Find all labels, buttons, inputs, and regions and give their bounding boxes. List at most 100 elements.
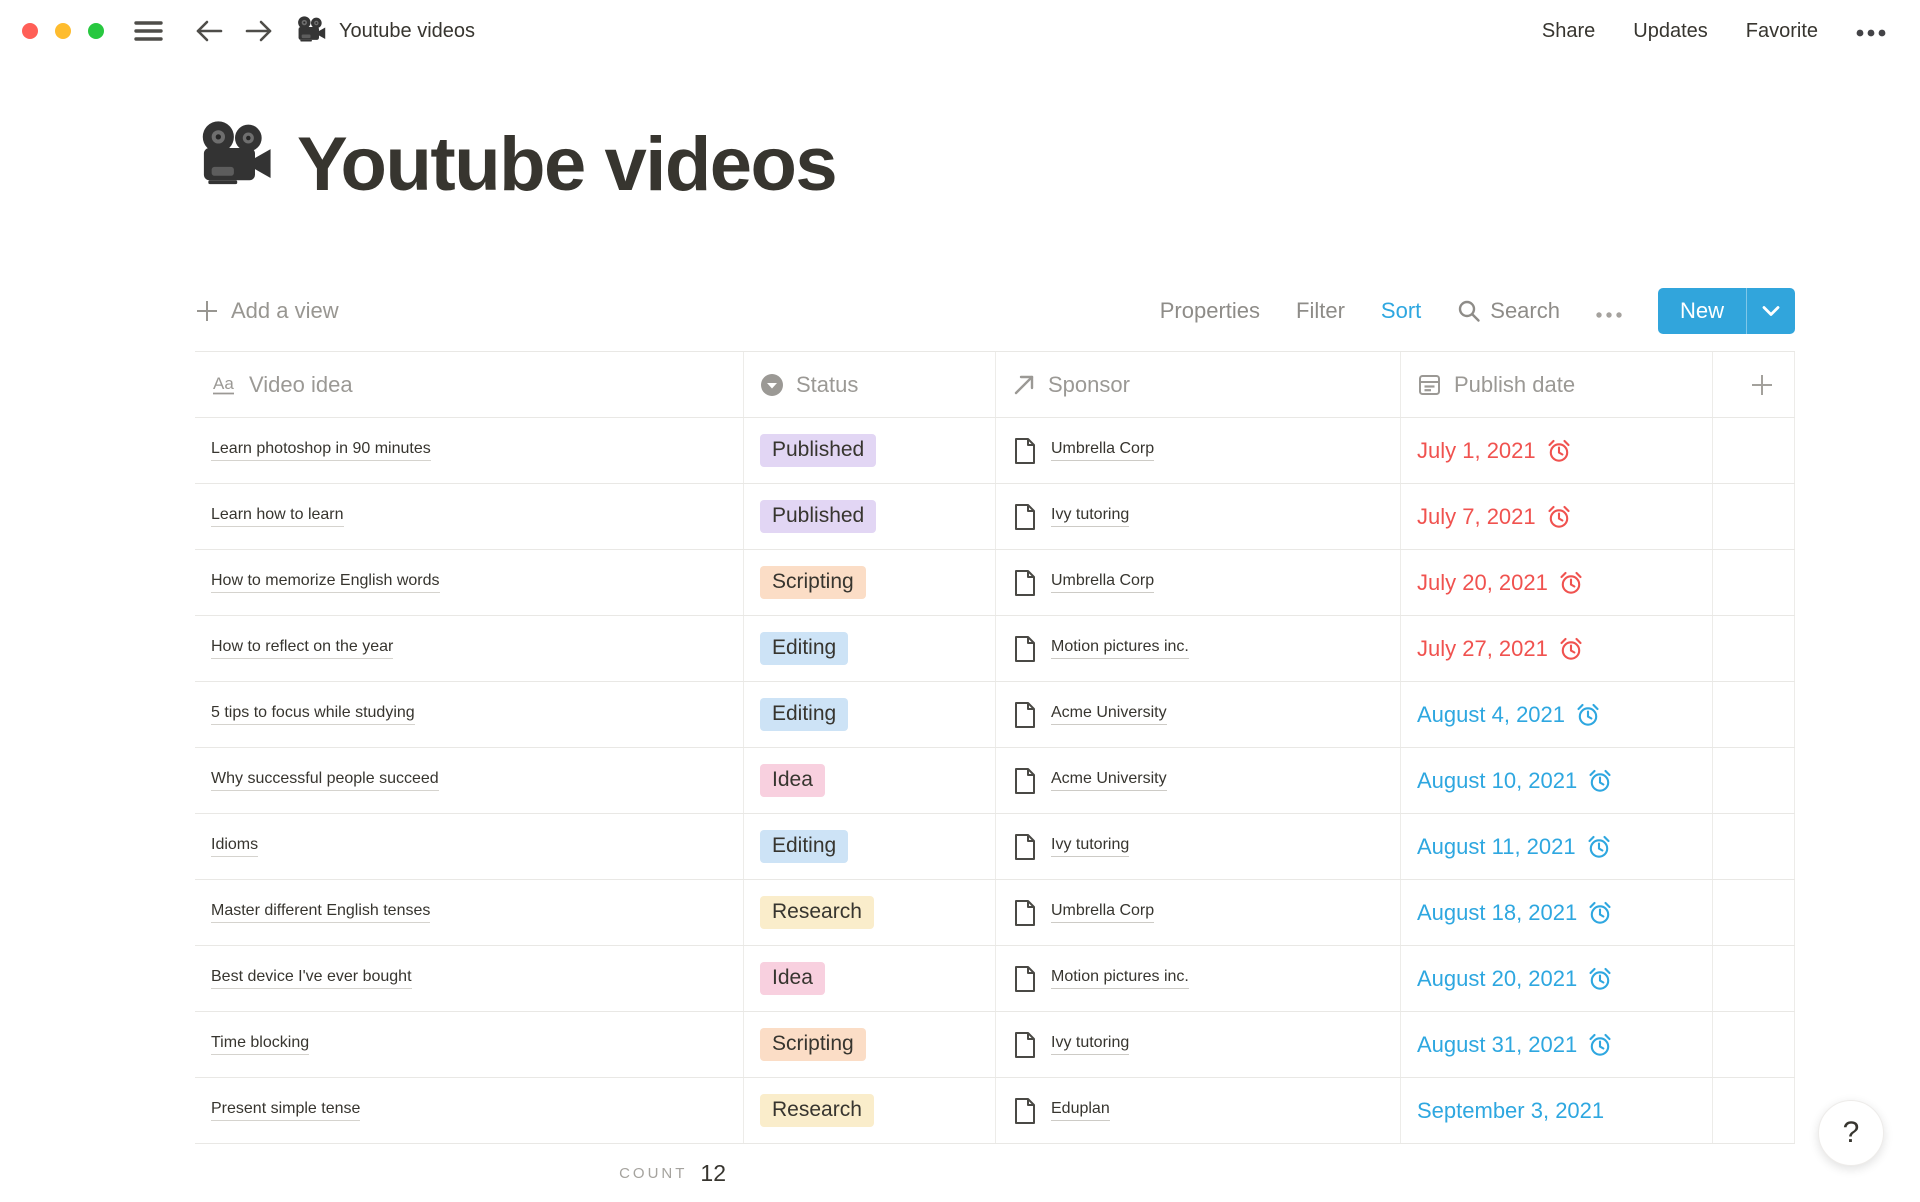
- status-badge[interactable]: Editing: [760, 830, 848, 863]
- forward-arrow-icon[interactable]: [245, 19, 273, 43]
- publish-date-cell[interactable]: August 10, 2021: [1401, 748, 1713, 813]
- status-cell[interactable]: Scripting: [744, 550, 996, 615]
- minimize-window-button[interactable]: [55, 23, 71, 39]
- status-badge[interactable]: Research: [760, 896, 874, 929]
- sponsor-cell[interactable]: Ivy tutoring: [996, 484, 1401, 549]
- status-badge[interactable]: Published: [760, 434, 876, 467]
- status-cell[interactable]: Idea: [744, 946, 996, 1011]
- sponsor-page-link[interactable]: Ivy tutoring: [1051, 836, 1129, 857]
- sponsor-cell[interactable]: Acme University: [996, 682, 1401, 747]
- table-row[interactable]: Learn photoshop in 90 minutes Published …: [195, 418, 1795, 484]
- filter-button[interactable]: Filter: [1296, 298, 1345, 324]
- status-badge[interactable]: Research: [760, 1094, 874, 1127]
- status-cell[interactable]: Idea: [744, 748, 996, 813]
- sponsor-page-link[interactable]: Acme University: [1051, 704, 1167, 725]
- table-row[interactable]: Present simple tense Research Eduplan Se…: [195, 1078, 1795, 1144]
- table-row[interactable]: Learn how to learn Published Ivy tutorin…: [195, 484, 1795, 550]
- sponsor-cell[interactable]: Eduplan: [996, 1078, 1401, 1143]
- breadcrumb-page-title[interactable]: Youtube videos: [339, 20, 475, 43]
- table-row[interactable]: How to reflect on the year Editing Motio…: [195, 616, 1795, 682]
- column-header-status[interactable]: Status: [744, 352, 996, 417]
- video-idea-cell[interactable]: Master different English tenses: [195, 880, 744, 945]
- video-idea-title[interactable]: Time blocking: [211, 1034, 309, 1055]
- publish-date-cell[interactable]: August 18, 2021: [1401, 880, 1713, 945]
- sponsor-page-link[interactable]: Umbrella Corp: [1051, 902, 1154, 923]
- updates-button[interactable]: Updates: [1633, 20, 1708, 43]
- video-idea-title[interactable]: Best device I've ever bought: [211, 968, 412, 989]
- column-header-video-idea[interactable]: Aa Video idea: [195, 352, 744, 417]
- video-idea-cell[interactable]: Best device I've ever bought: [195, 946, 744, 1011]
- sponsor-cell[interactable]: Umbrella Corp: [996, 880, 1401, 945]
- table-row[interactable]: Best device I've ever bought Idea Motion…: [195, 946, 1795, 1012]
- table-row[interactable]: Idioms Editing Ivy tutoring August 11, 2…: [195, 814, 1795, 880]
- status-cell[interactable]: Published: [744, 484, 996, 549]
- video-idea-title[interactable]: Learn how to learn: [211, 506, 344, 527]
- add-column-button[interactable]: [1713, 352, 1795, 417]
- video-idea-cell[interactable]: Why successful people succeed: [195, 748, 744, 813]
- status-cell[interactable]: Editing: [744, 682, 996, 747]
- table-row[interactable]: How to memorize English words Scripting …: [195, 550, 1795, 616]
- publish-date-cell[interactable]: August 31, 2021: [1401, 1012, 1713, 1077]
- sponsor-page-link[interactable]: Acme University: [1051, 770, 1167, 791]
- status-badge[interactable]: Idea: [760, 962, 825, 995]
- sponsor-page-link[interactable]: Umbrella Corp: [1051, 572, 1154, 593]
- video-idea-cell[interactable]: How to reflect on the year: [195, 616, 744, 681]
- add-view-button[interactable]: Add a view: [195, 298, 339, 324]
- video-idea-cell[interactable]: Idioms: [195, 814, 744, 879]
- status-badge[interactable]: Scripting: [760, 1028, 866, 1061]
- new-record-button[interactable]: New: [1658, 288, 1795, 334]
- status-cell[interactable]: Editing: [744, 616, 996, 681]
- status-cell[interactable]: Research: [744, 1078, 996, 1143]
- table-row[interactable]: Time blocking Scripting Ivy tutoring Aug…: [195, 1012, 1795, 1078]
- video-idea-title[interactable]: Idioms: [211, 836, 258, 857]
- table-row[interactable]: Master different English tenses Research…: [195, 880, 1795, 946]
- sponsor-page-link[interactable]: Motion pictures inc.: [1051, 968, 1189, 989]
- sponsor-page-link[interactable]: Umbrella Corp: [1051, 440, 1154, 461]
- video-idea-cell[interactable]: How to memorize English words: [195, 550, 744, 615]
- video-idea-title[interactable]: How to memorize English words: [211, 572, 440, 593]
- sort-button[interactable]: Sort: [1381, 298, 1421, 324]
- sponsor-cell[interactable]: Umbrella Corp: [996, 418, 1401, 483]
- status-badge[interactable]: Editing: [760, 632, 848, 665]
- page-title[interactable]: Youtube videos: [297, 127, 836, 203]
- zoom-window-button[interactable]: [88, 23, 104, 39]
- page-icon-movie-camera[interactable]: [195, 118, 275, 203]
- status-badge[interactable]: Editing: [760, 698, 848, 731]
- video-idea-cell[interactable]: Time blocking: [195, 1012, 744, 1077]
- column-header-publish-date[interactable]: Publish date: [1401, 352, 1713, 417]
- table-row[interactable]: 5 tips to focus while studying Editing A…: [195, 682, 1795, 748]
- more-options-icon[interactable]: [1856, 20, 1886, 43]
- publish-date-cell[interactable]: August 11, 2021: [1401, 814, 1713, 879]
- publish-date-cell[interactable]: July 20, 2021: [1401, 550, 1713, 615]
- publish-date-cell[interactable]: July 7, 2021: [1401, 484, 1713, 549]
- sponsor-cell[interactable]: Acme University: [996, 748, 1401, 813]
- video-idea-cell[interactable]: Learn photoshop in 90 minutes: [195, 418, 744, 483]
- sponsor-cell[interactable]: Ivy tutoring: [996, 814, 1401, 879]
- video-idea-title[interactable]: Master different English tenses: [211, 902, 430, 923]
- status-badge[interactable]: Scripting: [760, 566, 866, 599]
- search-button[interactable]: Search: [1457, 298, 1560, 324]
- status-badge[interactable]: Published: [760, 500, 876, 533]
- sponsor-cell[interactable]: Motion pictures inc.: [996, 616, 1401, 681]
- sponsor-page-link[interactable]: Ivy tutoring: [1051, 506, 1129, 527]
- video-idea-title[interactable]: Learn photoshop in 90 minutes: [211, 440, 431, 461]
- sponsor-page-link[interactable]: Eduplan: [1051, 1100, 1110, 1121]
- video-idea-title[interactable]: How to reflect on the year: [211, 638, 393, 659]
- publish-date-cell[interactable]: July 1, 2021: [1401, 418, 1713, 483]
- video-idea-title[interactable]: Present simple tense: [211, 1100, 360, 1121]
- status-cell[interactable]: Research: [744, 880, 996, 945]
- status-cell[interactable]: Scripting: [744, 1012, 996, 1077]
- status-badge[interactable]: Idea: [760, 764, 825, 797]
- publish-date-cell[interactable]: August 4, 2021: [1401, 682, 1713, 747]
- properties-button[interactable]: Properties: [1160, 298, 1260, 324]
- table-footer[interactable]: COUNT 12: [195, 1144, 744, 1202]
- table-row[interactable]: Why successful people succeed Idea Acme …: [195, 748, 1795, 814]
- sponsor-page-link[interactable]: Ivy tutoring: [1051, 1034, 1129, 1055]
- sidebar-menu-icon[interactable]: [134, 20, 163, 42]
- publish-date-cell[interactable]: August 20, 2021: [1401, 946, 1713, 1011]
- share-button[interactable]: Share: [1542, 20, 1595, 43]
- close-window-button[interactable]: [22, 23, 38, 39]
- sponsor-page-link[interactable]: Motion pictures inc.: [1051, 638, 1189, 659]
- view-more-options-icon[interactable]: [1596, 298, 1622, 324]
- video-idea-cell[interactable]: Present simple tense: [195, 1078, 744, 1143]
